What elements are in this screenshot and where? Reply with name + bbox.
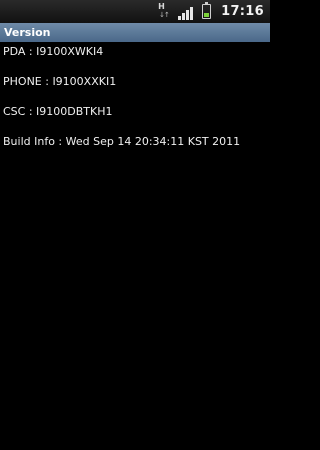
phone-version-text: PHONE : I9100XXKI1 bbox=[3, 75, 117, 88]
status-clock: 17:16 bbox=[221, 4, 264, 19]
csc-version-text: CSC : I9100DBTKH1 bbox=[3, 105, 113, 118]
title-bar: Version bbox=[0, 23, 270, 42]
build-info-text: Build Info : Wed Sep 14 20:34:11 KST 201… bbox=[3, 135, 241, 148]
battery-level-fill bbox=[204, 13, 210, 17]
network-arrows: ↓↑ bbox=[159, 10, 170, 19]
status-bar[interactable]: H ↓↑ 17:16 bbox=[0, 0, 270, 23]
page-title: Version bbox=[4, 26, 51, 39]
battery-icon bbox=[202, 2, 212, 19]
network-h-icon: H ↓↑ bbox=[158, 1, 172, 21]
pda-version-text: PDA : I9100XWKI4 bbox=[3, 45, 104, 58]
phone-screen: H ↓↑ 17:16 Version PDA : I9100XWKI4 PHON… bbox=[0, 0, 270, 450]
signal-strength-icon bbox=[178, 4, 194, 20]
network-type-label: H bbox=[158, 1, 165, 11]
